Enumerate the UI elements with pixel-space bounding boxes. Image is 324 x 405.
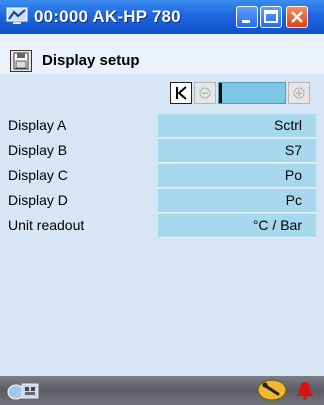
- minimize-button[interactable]: [236, 6, 258, 28]
- list-item[interactable]: Unit readout °C / Bar: [0, 214, 324, 238]
- row-value-cell[interactable]: Pc: [158, 189, 316, 213]
- row-value: S7: [284, 142, 302, 158]
- wrench-icon[interactable]: [256, 378, 288, 402]
- row-value: °C / Bar: [252, 217, 302, 233]
- first-page-icon: [176, 86, 187, 100]
- row-value-cell[interactable]: °C / Bar: [158, 214, 316, 238]
- page-position-bar[interactable]: [218, 82, 286, 104]
- row-label: Display A: [8, 117, 67, 133]
- minimize-icon: [242, 20, 250, 23]
- list-item[interactable]: Display B S7: [0, 139, 324, 163]
- row-label: Unit readout: [8, 217, 85, 233]
- row-label: Display B: [8, 142, 68, 158]
- prev-button[interactable]: [194, 82, 216, 104]
- page-position-marker: [219, 83, 222, 103]
- row-value: Sctrl: [274, 117, 302, 133]
- row-value: Pc: [285, 192, 302, 208]
- plus-icon: [293, 87, 305, 99]
- bell-icon[interactable]: [296, 380, 314, 400]
- row-value-cell[interactable]: S7: [158, 139, 316, 163]
- next-button[interactable]: [288, 82, 310, 104]
- first-page-button[interactable]: [170, 82, 192, 104]
- close-button[interactable]: [286, 6, 308, 28]
- list-item[interactable]: Display A Sctrl: [0, 114, 324, 138]
- floppy-disk-glyph: [13, 52, 29, 70]
- title-bar: 00:000 AK-HP 780: [0, 0, 324, 35]
- minus-icon: [199, 87, 211, 99]
- row-value-cell[interactable]: Sctrl: [158, 114, 316, 138]
- maximize-button[interactable]: [260, 6, 282, 28]
- row-label: Display D: [8, 192, 68, 208]
- network-icon[interactable]: [6, 378, 42, 402]
- row-label: Display C: [8, 167, 68, 183]
- close-icon: [291, 11, 303, 23]
- page-title: Display setup: [42, 52, 140, 69]
- list-item[interactable]: Display D Pc: [0, 189, 324, 213]
- row-value-cell[interactable]: Po: [158, 164, 316, 188]
- monitor-icon: [6, 7, 28, 24]
- row-value: Po: [284, 167, 302, 183]
- floppy-disk-icon[interactable]: [10, 50, 32, 72]
- window-title: 00:000 AK-HP 780: [34, 7, 181, 26]
- list-item[interactable]: Display C Po: [0, 164, 324, 188]
- maximize-icon: [264, 10, 278, 23]
